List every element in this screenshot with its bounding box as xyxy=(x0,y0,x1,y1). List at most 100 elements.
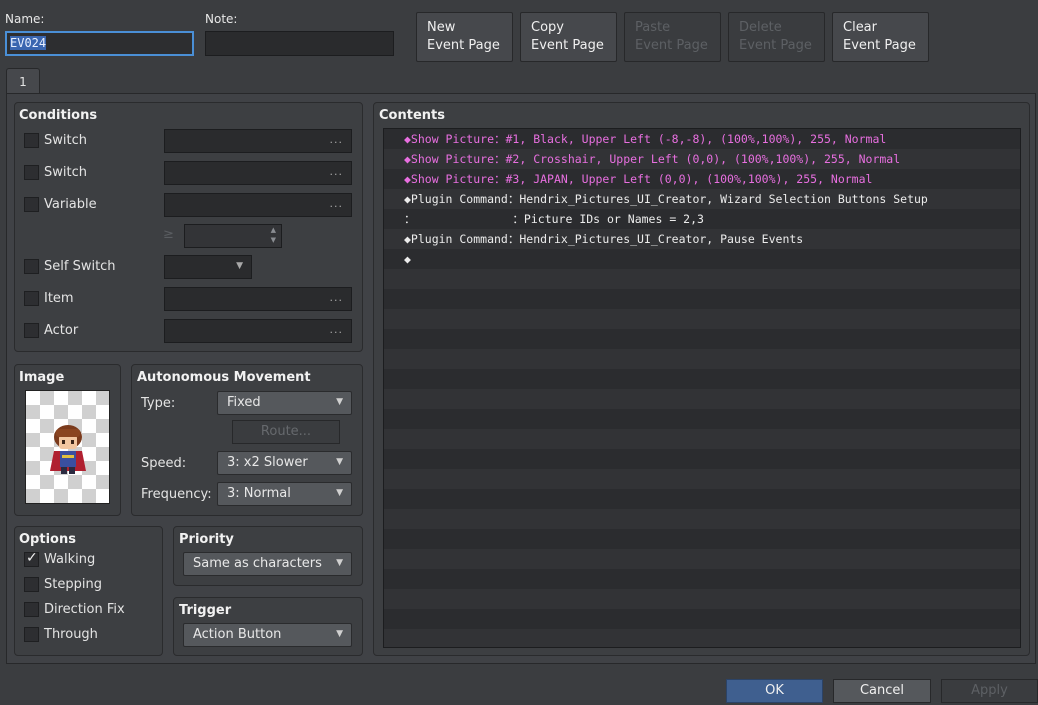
empty-command-row[interactable] xyxy=(384,569,1020,589)
actor-dots: ... xyxy=(329,323,343,336)
item-checkbox[interactable] xyxy=(24,291,39,306)
command-line[interactable]: ◆Show Picture：#3, JAPAN, Upper Left (0,0… xyxy=(384,169,1020,189)
conditions-title: Conditions xyxy=(19,108,98,123)
route-button[interactable]: Route... xyxy=(232,420,340,444)
switch2-selector[interactable]: ... xyxy=(164,161,352,185)
command-line[interactable]: ： ：Picture IDs or Names = 2,3 xyxy=(384,209,1020,229)
new-button-line1: New xyxy=(427,20,456,35)
variable-selector[interactable]: ... xyxy=(164,193,352,217)
chevron-down-icon: ▼ xyxy=(336,558,343,568)
empty-command-row[interactable] xyxy=(384,349,1020,369)
actor-checkbox[interactable] xyxy=(24,323,39,338)
empty-command-row[interactable] xyxy=(384,629,1020,647)
empty-command-row[interactable] xyxy=(384,549,1020,569)
speed-value: 3: x2 Slower xyxy=(227,455,308,470)
self-switch-checkbox[interactable] xyxy=(24,259,39,274)
chevron-down-icon: ▼ xyxy=(336,488,343,498)
name-label: Name: xyxy=(5,12,45,26)
spinner-down-icon[interactable]: ▼ xyxy=(271,236,276,244)
type-dropdown[interactable]: Fixed ▼ xyxy=(217,391,352,415)
autonomous-movement-title: Autonomous Movement xyxy=(137,370,311,385)
empty-command-row[interactable] xyxy=(384,609,1020,629)
empty-command-row[interactable] xyxy=(384,269,1020,289)
direction-fix-checkbox[interactable] xyxy=(24,602,39,617)
variable-value-spinner[interactable]: ▲ ▼ xyxy=(184,224,282,248)
copy-event-page-button[interactable]: Copy Event Page xyxy=(520,12,617,62)
empty-command-row[interactable] xyxy=(384,589,1020,609)
paste-event-page-button[interactable]: Paste Event Page xyxy=(624,12,721,62)
greater-equal-symbol: ≥ xyxy=(163,227,174,242)
switch1-selector[interactable]: ... xyxy=(164,129,352,153)
through-label: Through xyxy=(44,627,98,642)
priority-value: Same as characters xyxy=(193,556,322,571)
priority-dropdown[interactable]: Same as characters ▼ xyxy=(183,552,352,576)
new-button-line2: Event Page xyxy=(427,38,500,53)
empty-command-row[interactable] xyxy=(384,449,1020,469)
switch2-dots: ... xyxy=(329,165,343,178)
frequency-label: Frequency: xyxy=(141,487,212,502)
variable-checkbox[interactable] xyxy=(24,197,39,212)
speed-dropdown[interactable]: 3: x2 Slower ▼ xyxy=(217,451,352,475)
spinner-up-icon[interactable]: ▲ xyxy=(271,226,276,234)
empty-command-row[interactable] xyxy=(384,389,1020,409)
item-selector[interactable]: ... xyxy=(164,287,352,311)
self-switch-dropdown[interactable]: ▼ xyxy=(164,255,252,279)
note-label: Note: xyxy=(205,12,238,26)
note-field[interactable] xyxy=(205,31,394,56)
empty-command-row[interactable] xyxy=(384,429,1020,449)
item-dots: ... xyxy=(329,291,343,304)
delete-event-page-button[interactable]: Delete Event Page xyxy=(728,12,825,62)
trigger-dropdown[interactable]: Action Button ▼ xyxy=(183,623,352,647)
actor-selector[interactable]: ... xyxy=(164,319,352,343)
name-value: EV024 xyxy=(10,36,47,50)
chevron-down-icon: ▼ xyxy=(336,629,343,639)
empty-command-row[interactable] xyxy=(384,369,1020,389)
walking-checkbox[interactable]: ✓ xyxy=(24,550,39,567)
empty-command-row[interactable] xyxy=(384,489,1020,509)
ok-button[interactable]: OK xyxy=(726,679,823,703)
empty-command-row[interactable] xyxy=(384,469,1020,489)
copy-button-line2: Event Page xyxy=(531,38,604,53)
switch1-dots: ... xyxy=(329,133,343,146)
new-event-page-button[interactable]: New Event Page xyxy=(416,12,513,62)
command-line[interactable]: ◆Plugin Command：Hendrix_Pictures_UI_Crea… xyxy=(384,229,1020,249)
empty-command-row[interactable] xyxy=(384,329,1020,349)
stepping-checkbox[interactable] xyxy=(24,577,39,592)
event-command-list[interactable]: ◆Show Picture：#1, Black, Upper Left (-8,… xyxy=(383,128,1021,648)
empty-command-row[interactable] xyxy=(384,309,1020,329)
stepping-label: Stepping xyxy=(44,577,102,592)
delete-button-line2: Event Page xyxy=(739,38,812,53)
command-line[interactable]: ◆Show Picture：#2, Crosshair, Upper Left … xyxy=(384,149,1020,169)
walking-label: Walking xyxy=(44,552,96,567)
type-value: Fixed xyxy=(227,395,261,410)
empty-command-row[interactable] xyxy=(384,409,1020,429)
switch2-checkbox[interactable] xyxy=(24,165,39,180)
command-line[interactable]: ◆Plugin Command：Hendrix_Pictures_UI_Crea… xyxy=(384,189,1020,209)
through-checkbox[interactable] xyxy=(24,627,39,642)
copy-button-line1: Copy xyxy=(531,20,564,35)
chevron-down-icon: ▼ xyxy=(336,457,343,467)
chevron-down-icon: ▼ xyxy=(336,397,343,407)
name-field[interactable]: EV024 xyxy=(5,31,194,56)
apply-button[interactable]: Apply xyxy=(941,679,1038,703)
empty-command-row[interactable] xyxy=(384,509,1020,529)
paste-button-line1: Paste xyxy=(635,20,671,35)
clear-event-page-button[interactable]: Clear Event Page xyxy=(832,12,929,62)
delete-button-line1: Delete xyxy=(739,20,782,35)
sprite-preview[interactable] xyxy=(25,390,110,504)
command-line[interactable]: ◆Show Picture：#1, Black, Upper Left (-8,… xyxy=(384,129,1020,149)
empty-command-row[interactable] xyxy=(384,289,1020,309)
command-lines: ◆Show Picture：#1, Black, Upper Left (-8,… xyxy=(384,129,1020,647)
options-title: Options xyxy=(19,532,76,547)
switch1-checkbox[interactable] xyxy=(24,133,39,148)
checkmark-icon: ✓ xyxy=(26,550,38,566)
variable-label: Variable xyxy=(44,197,97,212)
empty-command-row[interactable] xyxy=(384,529,1020,549)
frequency-dropdown[interactable]: 3: Normal ▼ xyxy=(217,482,352,506)
type-label: Type: xyxy=(141,396,176,411)
switch2-label: Switch xyxy=(44,165,87,180)
cancel-button[interactable]: Cancel xyxy=(833,679,931,703)
tab-page-1[interactable]: 1 xyxy=(6,68,40,94)
command-line[interactable]: ◆ xyxy=(384,249,1020,269)
direction-fix-label: Direction Fix xyxy=(44,602,125,617)
